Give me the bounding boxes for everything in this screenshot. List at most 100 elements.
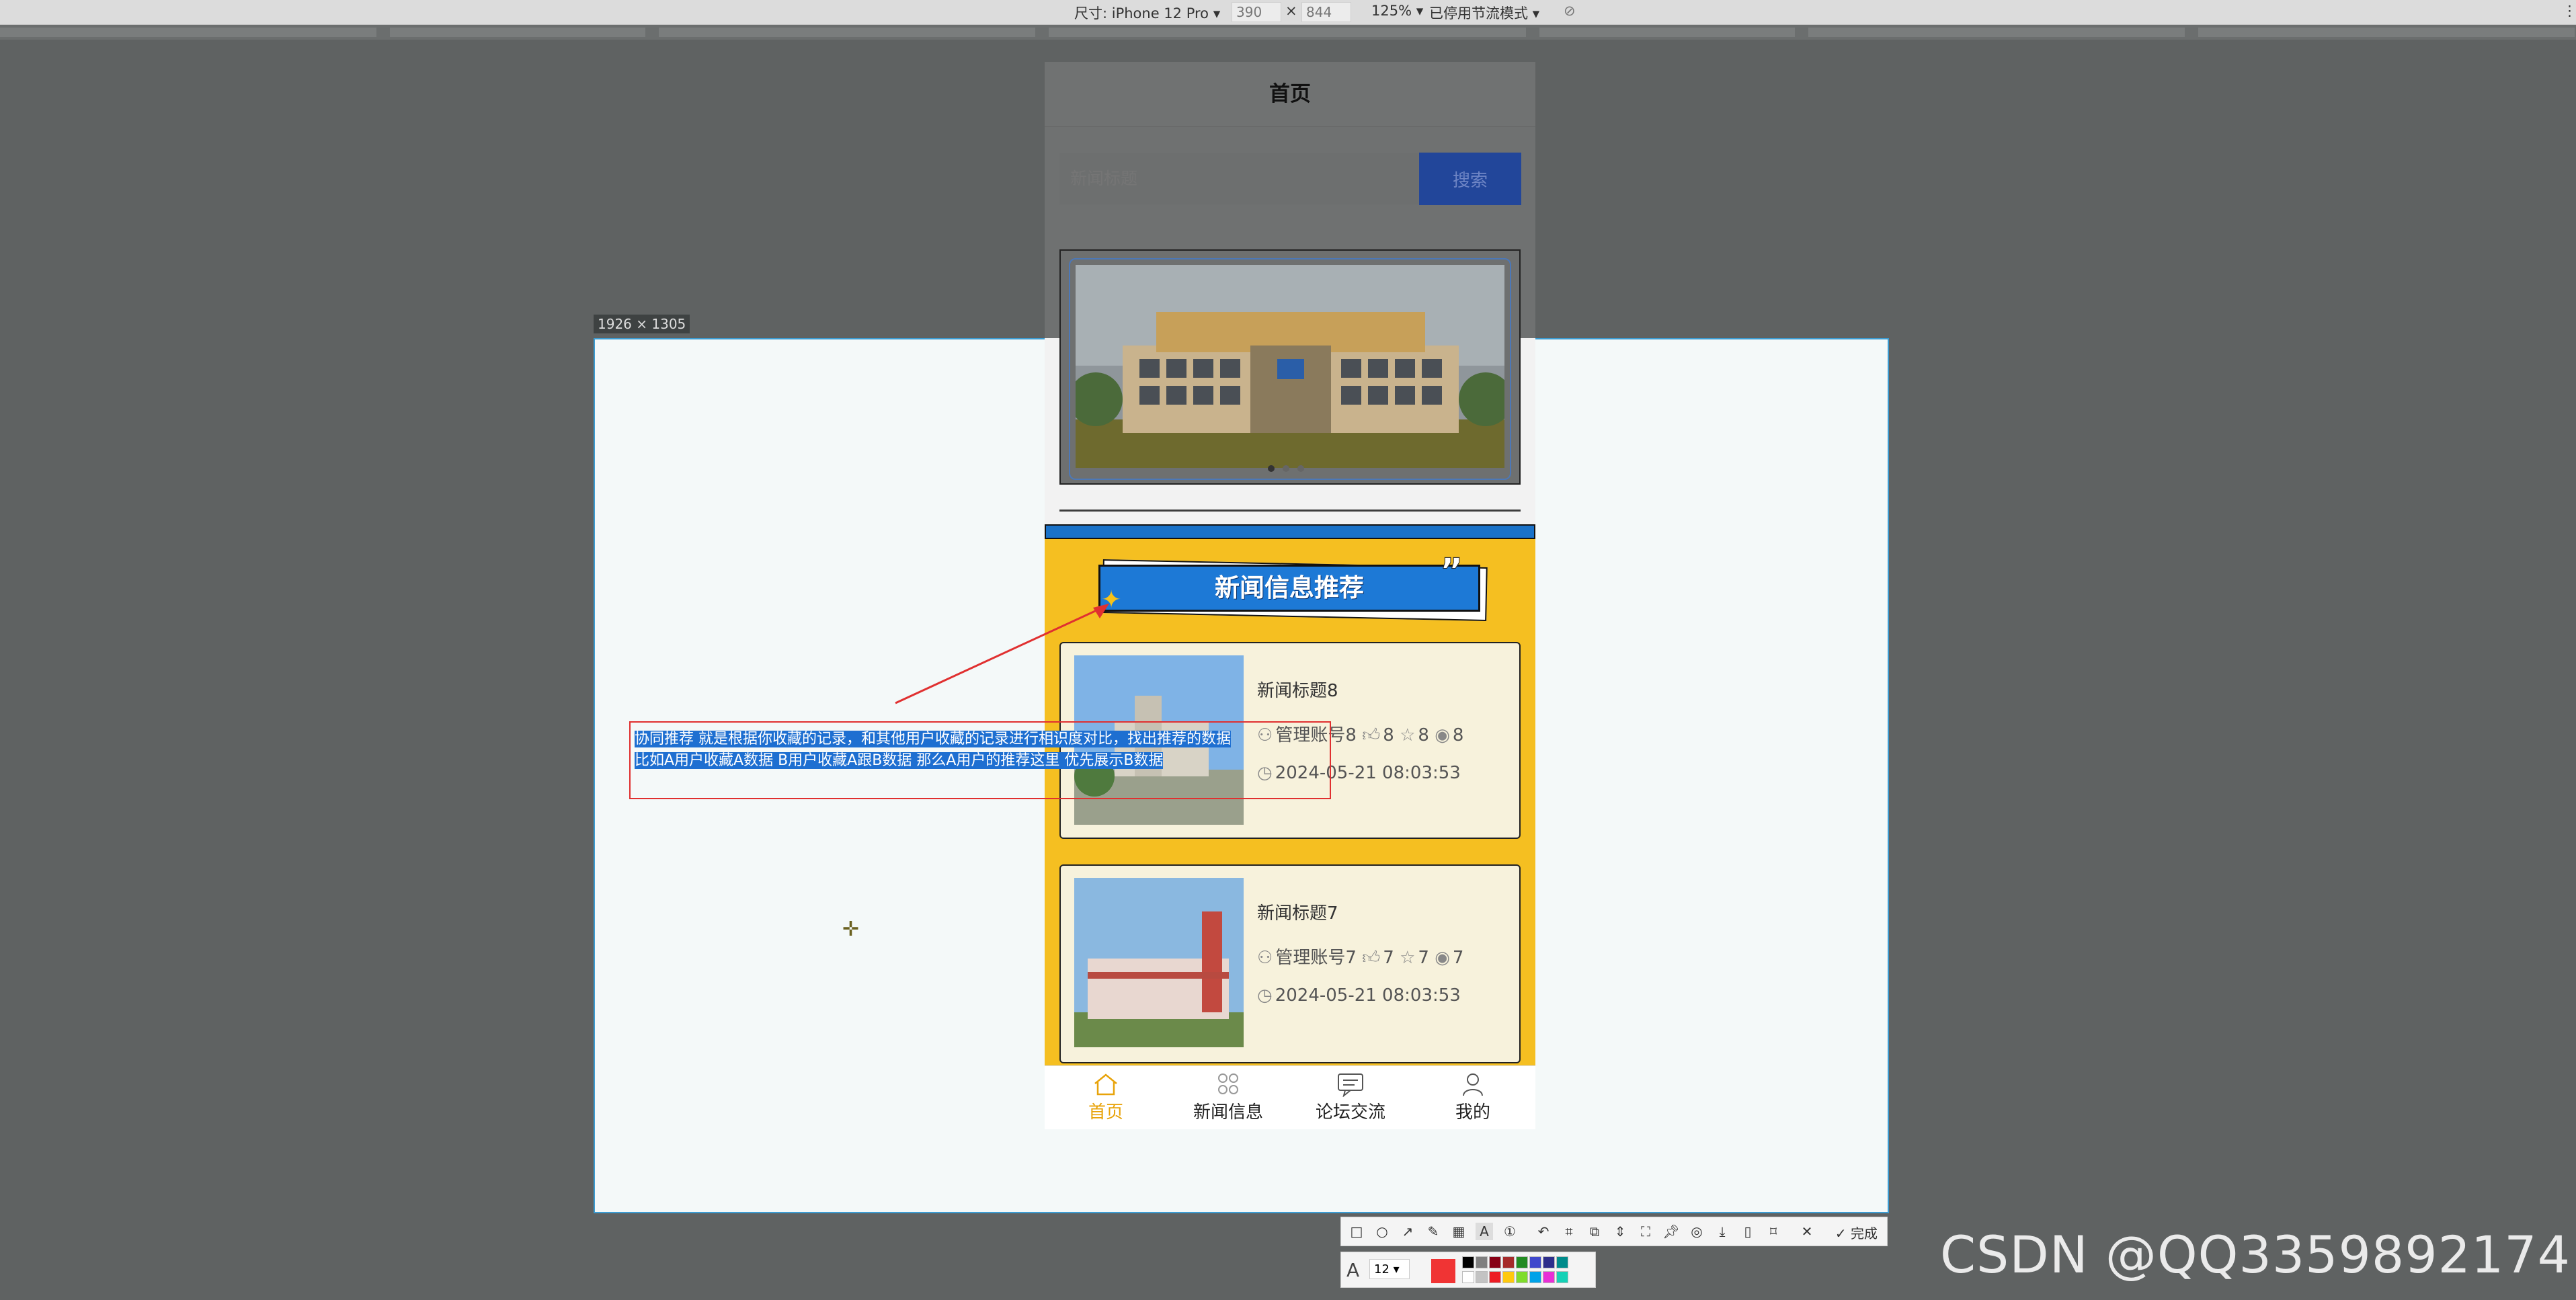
font-icon: A (1346, 1259, 1360, 1281)
news-likes: 7 (1383, 948, 1394, 968)
news-title[interactable]: 新闻标题7 (1257, 899, 1338, 924)
news-title[interactable]: 新闻标题8 (1257, 677, 1338, 702)
news-favorites: 8 (1418, 725, 1429, 745)
carousel-dot[interactable] (1268, 465, 1275, 472)
color-swatch[interactable] (1556, 1256, 1568, 1268)
device-height-input[interactable]: 844 (1301, 2, 1351, 22)
news-meta: ⚇ 管理账号7 👍︎ 7 ☆ 7 ◉ 7 (1257, 944, 1463, 969)
user-icon: ⚇ (1257, 948, 1273, 968)
done-label: 完成 (1851, 1225, 1878, 1242)
tab-home[interactable]: 首页 (1045, 1066, 1167, 1129)
bookmark-icon[interactable]: ⌑ (1765, 1223, 1782, 1240)
news-likes: 8 (1383, 725, 1394, 745)
news-time: 2024-05-21 08:03:53 (1275, 985, 1461, 1006)
download-icon[interactable]: ⤓ (1714, 1223, 1731, 1240)
news-views: 7 (1452, 948, 1464, 968)
news-time-row: ◷ 2024-05-21 08:03:53 (1257, 985, 1461, 1006)
throttle-selector[interactable]: 已停用节流模式 ▾ (1429, 3, 1539, 23)
long-capture-icon[interactable]: ⇕ (1611, 1223, 1629, 1240)
tab-forum[interactable]: 论坛交流 (1289, 1066, 1412, 1129)
color-swatch[interactable] (1529, 1256, 1541, 1268)
tab-label: 论坛交流 (1315, 1102, 1385, 1123)
font-size-value: 12 (1374, 1262, 1390, 1276)
color-swatch[interactable] (1476, 1256, 1488, 1268)
home-icon (1094, 1073, 1117, 1096)
current-color-swatch[interactable] (1431, 1259, 1455, 1283)
selection-size-label: 1926 × 1305 (594, 315, 690, 333)
search-button[interactable]: 搜索 (1419, 153, 1521, 205)
text-tool-icon[interactable]: A (1476, 1223, 1493, 1240)
chat-icon (1338, 1073, 1363, 1097)
ruler-strip (0, 25, 2576, 40)
carousel-dot[interactable] (1297, 465, 1304, 472)
section-top-bar (1045, 524, 1535, 539)
color-swatch[interactable] (1516, 1271, 1528, 1283)
bottom-tab-bar: 首页 新闻信息 论坛交流 我的 (1045, 1065, 1535, 1129)
text-style-toolbar: A 12 ▾ (1340, 1252, 1596, 1288)
crosshair-icon: ✛ (842, 918, 860, 941)
rotate-icon[interactable]: ⊘ (1564, 3, 1576, 19)
eye-icon: ◉ (1435, 948, 1450, 968)
news-author: 管理账号7 (1275, 948, 1357, 968)
annotation-line: 比如A用户收藏A数据 B用户收藏A跟B数据 那么A用户的推荐这里 优先展示B数据 (635, 752, 1164, 769)
grid-icon (1218, 1073, 1238, 1094)
ellipse-tool-icon[interactable]: ○ (1373, 1223, 1391, 1240)
mosaic-tool-icon[interactable]: ▦ (1450, 1223, 1467, 1240)
color-swatch[interactable] (1502, 1271, 1515, 1283)
color-swatch[interactable] (1462, 1271, 1474, 1283)
color-swatch[interactable] (1502, 1256, 1515, 1268)
ocr-icon[interactable]: ⧉ (1586, 1223, 1603, 1240)
color-swatch[interactable] (1489, 1256, 1501, 1268)
device-selector[interactable]: 尺寸: iPhone 12 Pro ▾ (1074, 3, 1220, 23)
done-button[interactable]: ✓ 完成 (1835, 1223, 1878, 1242)
color-swatch[interactable] (1489, 1271, 1501, 1283)
close-icon[interactable]: ✕ (1798, 1223, 1816, 1240)
color-swatch[interactable] (1529, 1271, 1541, 1283)
font-size-select[interactable]: 12 ▾ (1369, 1259, 1410, 1279)
tab-label: 首页 (1088, 1102, 1123, 1123)
record-icon[interactable]: ◎ (1688, 1223, 1705, 1240)
carousel-dot[interactable] (1283, 465, 1289, 472)
rectangle-tool-icon[interactable]: □ (1348, 1223, 1365, 1240)
carousel-image[interactable] (1076, 265, 1504, 468)
color-swatch[interactable] (1462, 1256, 1474, 1268)
like-icon[interactable]: 👍︎ (1362, 725, 1380, 745)
quote-mark: ” (1439, 551, 1463, 592)
crop-icon[interactable]: ⌗ (1560, 1223, 1578, 1240)
tab-news[interactable]: 新闻信息 (1167, 1066, 1289, 1129)
news-favorites: 7 (1418, 948, 1429, 968)
like-icon[interactable]: 👍︎ (1362, 948, 1380, 968)
star-icon[interactable]: ☆ (1400, 948, 1415, 968)
device-width-input[interactable]: 390 (1232, 2, 1281, 22)
watermark: CSDN @QQ3359892174 (1939, 1225, 2571, 1285)
annotation-text[interactable]: 协同推荐 就是根据你收藏的记录，和其他用户收藏的记录进行相识度对比，找出推荐的数… (635, 729, 1307, 772)
divider (1059, 510, 1521, 512)
color-swatch[interactable] (1543, 1256, 1555, 1268)
scan-icon[interactable]: ⛶ (1637, 1223, 1654, 1240)
search-input[interactable] (1059, 153, 1418, 204)
news-card[interactable]: 新闻标题7 ⚇ 管理账号7 👍︎ 7 ☆ 7 ◉ 7 ◷ 2024-05-21 08:03… (1059, 864, 1521, 1063)
news-thumbnail[interactable] (1074, 878, 1244, 1047)
devtools-toolbar: 尺寸: iPhone 12 Pro ▾ 390 × 844 125% ▾ 已停用… (0, 0, 2576, 25)
zoom-selector[interactable]: 125% ▾ (1371, 3, 1423, 19)
color-swatch[interactable] (1543, 1271, 1555, 1283)
tab-label: 新闻信息 (1193, 1102, 1263, 1123)
pen-tool-icon[interactable]: ✎ (1424, 1223, 1442, 1240)
phone-icon[interactable]: ▯ (1739, 1223, 1757, 1240)
clock-icon: ◷ (1257, 985, 1273, 1006)
page-title: 首页 (1045, 62, 1535, 127)
color-swatch[interactable] (1476, 1271, 1488, 1283)
color-swatch[interactable] (1516, 1256, 1528, 1268)
undo-icon[interactable]: ↶ (1535, 1223, 1552, 1240)
tab-mine[interactable]: 我的 (1412, 1066, 1534, 1129)
more-options-icon[interactable]: ⋮ (2563, 3, 2576, 19)
number-tool-icon[interactable]: ① (1501, 1223, 1519, 1240)
news-views: 8 (1452, 725, 1464, 745)
pin-icon[interactable]: 📌︎ (1662, 1223, 1680, 1240)
capture-toolbar: □ ○ ↗ ✎ ▦ A ① ↶ ⌗ ⧉ ⇕ ⛶ 📌︎ ◎ ⤓ ▯ ⌑ ✕ ✓ 完… (1340, 1217, 1888, 1246)
star-icon[interactable]: ☆ (1400, 725, 1415, 745)
arrow-tool-icon[interactable]: ↗ (1399, 1223, 1416, 1240)
dimension-times: × (1285, 3, 1297, 19)
color-swatch[interactable] (1556, 1271, 1568, 1283)
eye-icon: ◉ (1435, 725, 1450, 745)
